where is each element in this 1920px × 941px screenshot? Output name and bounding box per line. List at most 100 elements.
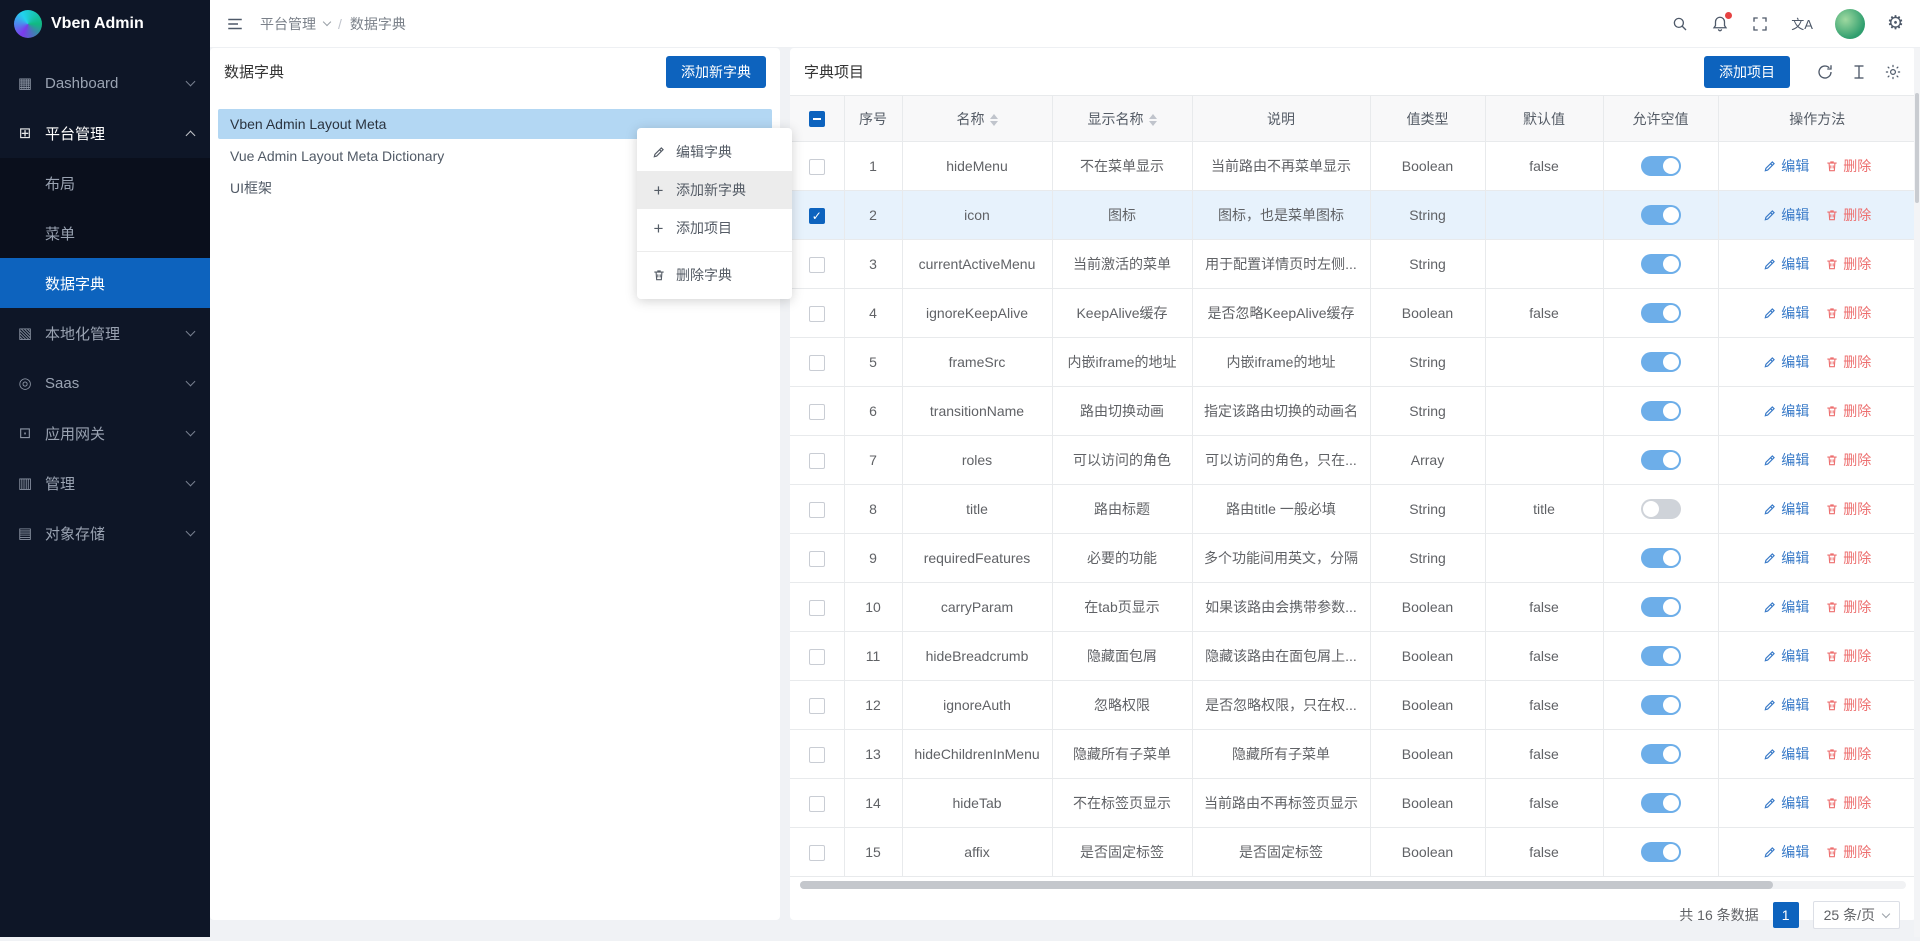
horizontal-scrollbar[interactable] xyxy=(800,881,1906,889)
column-height-icon[interactable] xyxy=(1850,63,1868,81)
app-logo[interactable]: Vben Admin xyxy=(0,0,210,48)
delete-row-link[interactable]: 删除 xyxy=(1825,842,1871,862)
row-checkbox[interactable] xyxy=(809,698,825,714)
row-checkbox[interactable] xyxy=(809,796,825,812)
nullable-toggle[interactable] xyxy=(1641,646,1681,666)
vertical-scrollbar-thumb[interactable] xyxy=(1915,93,1919,203)
nullable-toggle[interactable] xyxy=(1641,695,1681,715)
context-menu-item-edit-dict[interactable]: 编辑字典 xyxy=(637,133,792,171)
search-icon[interactable] xyxy=(1671,15,1689,33)
delete-row-link[interactable]: 删除 xyxy=(1825,303,1871,323)
nullable-toggle[interactable] xyxy=(1641,156,1681,176)
delete-row-link[interactable]: 删除 xyxy=(1825,499,1871,519)
sidebar-item-dashboard[interactable]: ▦Dashboard xyxy=(0,58,210,108)
delete-row-link[interactable]: 删除 xyxy=(1825,695,1871,715)
column-header[interactable]: 名称 xyxy=(902,96,1052,142)
row-checkbox[interactable] xyxy=(809,355,825,371)
nullable-toggle[interactable] xyxy=(1641,744,1681,764)
settings-gear-icon[interactable] xyxy=(1884,63,1902,81)
row-checkbox[interactable]: ✓ xyxy=(809,208,825,224)
delete-row-link[interactable]: 删除 xyxy=(1825,744,1871,764)
row-checkbox[interactable] xyxy=(809,453,825,469)
page-number-button[interactable]: 1 xyxy=(1773,902,1799,928)
sidebar-item-gateway[interactable]: ⊡应用网关 xyxy=(0,408,210,458)
row-checkbox[interactable] xyxy=(809,404,825,420)
nullable-toggle[interactable] xyxy=(1641,254,1681,274)
nullable-toggle[interactable] xyxy=(1641,499,1681,519)
edit-row-link[interactable]: 编辑 xyxy=(1763,597,1809,617)
delete-row-link[interactable]: 删除 xyxy=(1825,401,1871,421)
fullscreen-icon[interactable] xyxy=(1751,15,1769,33)
sidebar-item-saas[interactable]: ◎Saas xyxy=(0,358,210,408)
edit-row-link[interactable]: 编辑 xyxy=(1763,744,1809,764)
vertical-scrollbar[interactable] xyxy=(1914,48,1920,937)
nullable-toggle[interactable] xyxy=(1641,303,1681,323)
edit-row-link[interactable]: 编辑 xyxy=(1763,303,1809,323)
context-menu-item-add-item[interactable]: +添加项目 xyxy=(637,209,792,247)
avatar[interactable] xyxy=(1835,9,1865,39)
edit-row-link[interactable]: 编辑 xyxy=(1763,156,1809,176)
context-menu-item-add-new-dict[interactable]: +添加新字典 xyxy=(637,171,792,209)
page-size-select[interactable]: 25 条/页 xyxy=(1813,901,1900,929)
delete-row-link[interactable]: 删除 xyxy=(1825,254,1871,274)
edit-row-link[interactable]: 编辑 xyxy=(1763,842,1809,862)
row-checkbox[interactable] xyxy=(809,747,825,763)
sort-icon[interactable] xyxy=(990,114,998,126)
select-all-checkbox[interactable] xyxy=(809,111,825,127)
edit-row-link[interactable]: 编辑 xyxy=(1763,205,1809,225)
row-checkbox[interactable] xyxy=(809,600,825,616)
delete-row-link[interactable]: 删除 xyxy=(1825,450,1871,470)
sidebar-subitem-menu[interactable]: 菜单 xyxy=(0,208,210,258)
nullable-toggle[interactable] xyxy=(1641,401,1681,421)
nullable-toggle[interactable] xyxy=(1641,352,1681,372)
nullable-toggle[interactable] xyxy=(1641,842,1681,862)
translate-icon[interactable]: 文A xyxy=(1791,14,1813,33)
edit-row-link[interactable]: 编辑 xyxy=(1763,499,1809,519)
delete-row-link[interactable]: 删除 xyxy=(1825,793,1871,813)
edit-row-link[interactable]: 编辑 xyxy=(1763,254,1809,274)
bell-icon[interactable] xyxy=(1711,15,1729,33)
edit-row-link[interactable]: 编辑 xyxy=(1763,646,1809,666)
edit-row-link[interactable]: 编辑 xyxy=(1763,352,1809,372)
edit-row-link[interactable]: 编辑 xyxy=(1763,793,1809,813)
delete-row-link[interactable]: 删除 xyxy=(1825,548,1871,568)
nullable-toggle[interactable] xyxy=(1641,450,1681,470)
nullable-toggle[interactable] xyxy=(1641,597,1681,617)
delete-row-link[interactable]: 删除 xyxy=(1825,646,1871,666)
nullable-toggle[interactable] xyxy=(1641,205,1681,225)
sidebar-subitem-layout[interactable]: 布局 xyxy=(0,158,210,208)
horizontal-scrollbar-thumb[interactable] xyxy=(800,881,1773,889)
delete-row-link[interactable]: 删除 xyxy=(1825,597,1871,617)
gear-icon[interactable]: ⚙ xyxy=(1887,14,1904,33)
row-checkbox[interactable] xyxy=(809,845,825,861)
sort-icon[interactable] xyxy=(1149,114,1157,126)
add-dictionary-button[interactable]: 添加新字典 xyxy=(666,56,766,88)
menu-collapse-icon[interactable] xyxy=(226,15,244,33)
sidebar-item-platform[interactable]: ⊞平台管理 xyxy=(0,108,210,158)
column-header[interactable]: 显示名称 xyxy=(1052,96,1192,142)
sidebar-subitem-data-dict[interactable]: 数据字典 xyxy=(0,258,210,308)
context-menu-item-delete-dict[interactable]: 删除字典 xyxy=(637,256,792,294)
trash-icon xyxy=(1825,159,1839,173)
row-checkbox[interactable] xyxy=(809,257,825,273)
nullable-toggle[interactable] xyxy=(1641,548,1681,568)
delete-row-link[interactable]: 删除 xyxy=(1825,205,1871,225)
breadcrumb-item[interactable]: 平台管理 xyxy=(260,14,316,34)
edit-row-link[interactable]: 编辑 xyxy=(1763,401,1809,421)
delete-row-link[interactable]: 删除 xyxy=(1825,352,1871,372)
row-checkbox[interactable] xyxy=(809,159,825,175)
sidebar-item-storage[interactable]: ▤对象存储 xyxy=(0,508,210,558)
delete-row-link[interactable]: 删除 xyxy=(1825,156,1871,176)
edit-row-link[interactable]: 编辑 xyxy=(1763,695,1809,715)
row-checkbox[interactable] xyxy=(809,306,825,322)
row-checkbox[interactable] xyxy=(809,502,825,518)
sidebar-item-localization[interactable]: ▧本地化管理 xyxy=(0,308,210,358)
add-item-button[interactable]: 添加项目 xyxy=(1704,56,1790,88)
edit-row-link[interactable]: 编辑 xyxy=(1763,548,1809,568)
row-checkbox[interactable] xyxy=(809,551,825,567)
nullable-toggle[interactable] xyxy=(1641,793,1681,813)
sidebar-item-management[interactable]: ▥管理 xyxy=(0,458,210,508)
refresh-icon[interactable] xyxy=(1816,63,1834,81)
row-checkbox[interactable] xyxy=(809,649,825,665)
edit-row-link[interactable]: 编辑 xyxy=(1763,450,1809,470)
